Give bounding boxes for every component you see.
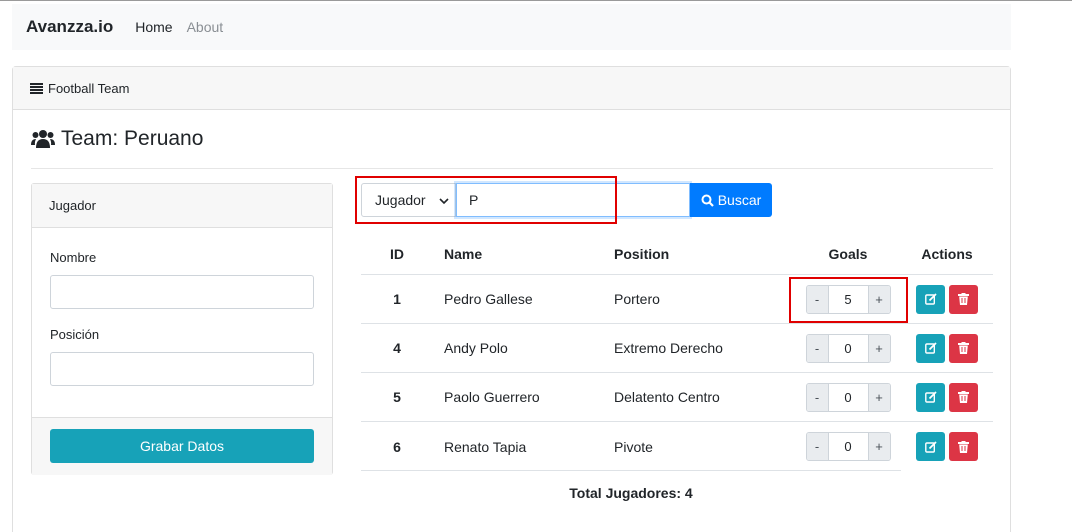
row-name: Andy Polo — [444, 340, 508, 356]
edit-button[interactable] — [916, 333, 945, 363]
table-row: 5 Paolo Guerrero Delatento Centro - 0 + — [361, 373, 993, 422]
delete-button[interactable] — [949, 284, 978, 314]
form-footer: Grabar Datos — [32, 417, 332, 475]
card-header-title: Football Team — [48, 80, 130, 96]
actions-cell — [901, 324, 993, 372]
player-form: Jugador Nombre Posición Grabar Datos — [31, 183, 333, 475]
row-position: Extremo Derecho — [614, 340, 723, 356]
goals-cell: - 0 + — [804, 373, 892, 421]
trash-icon — [958, 391, 969, 403]
row-name: Renato Tapia — [444, 438, 527, 455]
goals-increment-button[interactable]: + — [868, 334, 890, 362]
goals-cell: - 0 + — [804, 324, 892, 372]
column-header-id: ID — [390, 246, 404, 262]
row-name: Paolo Guerrero — [444, 389, 540, 405]
row-id: 1 — [393, 291, 401, 307]
goals-decrement-button[interactable]: - — [806, 334, 828, 362]
delete-button[interactable] — [949, 333, 978, 363]
row-id: 5 — [393, 389, 401, 405]
nombre-input[interactable] — [50, 275, 314, 309]
edit-button[interactable] — [916, 382, 945, 412]
posicion-label: Posición — [50, 327, 100, 342]
posicion-input[interactable] — [50, 352, 314, 386]
trash-icon — [958, 293, 969, 305]
nav-link-home[interactable]: Home — [135, 19, 172, 35]
row-position: Portero — [614, 291, 660, 307]
search-button[interactable]: Buscar — [690, 183, 772, 217]
card-header: Football Team — [13, 67, 1010, 110]
goals-stepper: - 0 + — [805, 432, 891, 461]
column-header-goals: Goals — [828, 246, 868, 262]
table-row: 6 Renato Tapia Pivote - 0 + — [361, 422, 993, 471]
brand-logo[interactable]: Avanzza.io — [26, 17, 113, 37]
navbar: Avanzza.io Home About — [12, 4, 1011, 50]
search-highlight-box — [355, 176, 617, 224]
actions-cell — [901, 373, 993, 421]
delete-button[interactable] — [949, 432, 978, 461]
page-title: Team: Peruano — [31, 127, 203, 151]
goals-increment-button[interactable]: + — [868, 433, 890, 460]
goals-value[interactable]: 0 — [827, 383, 869, 411]
goals-decrement-button[interactable]: - — [806, 383, 828, 411]
table-bottom-border — [361, 470, 901, 471]
nombre-label: Nombre — [50, 250, 97, 265]
total-players: Total Jugadores: 4 — [569, 485, 693, 501]
trash-icon — [958, 440, 969, 453]
row-id: 4 — [393, 340, 401, 356]
goals-stepper: - 0 + — [805, 333, 891, 363]
form-header: Jugador — [32, 184, 332, 228]
goals-value[interactable]: 0 — [827, 433, 869, 460]
table-header: ID Name Position Goals Actions — [361, 234, 993, 275]
column-header-name: Name — [444, 246, 483, 262]
search-icon — [701, 194, 714, 207]
goals-cell: - 0 + — [804, 422, 892, 471]
actions-cell — [901, 275, 993, 323]
column-header-position: Position — [614, 246, 670, 262]
actions-cell — [901, 422, 993, 471]
title-divider — [31, 168, 993, 169]
users-icon — [31, 129, 55, 149]
table-row: 4 Andy Polo Extremo Derecho - 0 + — [361, 324, 993, 373]
nav-link-about[interactable]: About — [187, 19, 224, 35]
edit-icon — [924, 440, 937, 453]
goals-decrement-button[interactable]: - — [806, 433, 828, 460]
edit-icon — [924, 391, 937, 403]
trash-icon — [958, 342, 969, 354]
edit-button[interactable] — [916, 284, 945, 314]
search-button-label: Buscar — [717, 192, 762, 208]
team-title: Team: Peruano — [61, 127, 204, 150]
team-card: Football Team Team: Peruano Jugador Nomb… — [12, 66, 1011, 532]
row-position: Delatento Centro — [614, 389, 720, 405]
top-border — [0, 0, 1072, 1]
column-header-actions: Actions — [921, 246, 973, 262]
row-name: Pedro Gallese — [444, 291, 533, 307]
edit-icon — [924, 342, 937, 354]
row-position: Pivote — [614, 438, 653, 455]
list-icon — [30, 82, 43, 94]
goals-highlight-box — [789, 277, 908, 323]
save-button[interactable]: Grabar Datos — [50, 429, 314, 463]
edit-icon — [924, 293, 937, 305]
goals-value[interactable]: 0 — [827, 334, 869, 362]
goals-increment-button[interactable]: + — [868, 383, 890, 411]
delete-button[interactable] — [949, 382, 978, 412]
goals-stepper: - 0 + — [805, 382, 891, 412]
edit-button[interactable] — [916, 432, 945, 461]
row-id: 6 — [393, 438, 401, 455]
